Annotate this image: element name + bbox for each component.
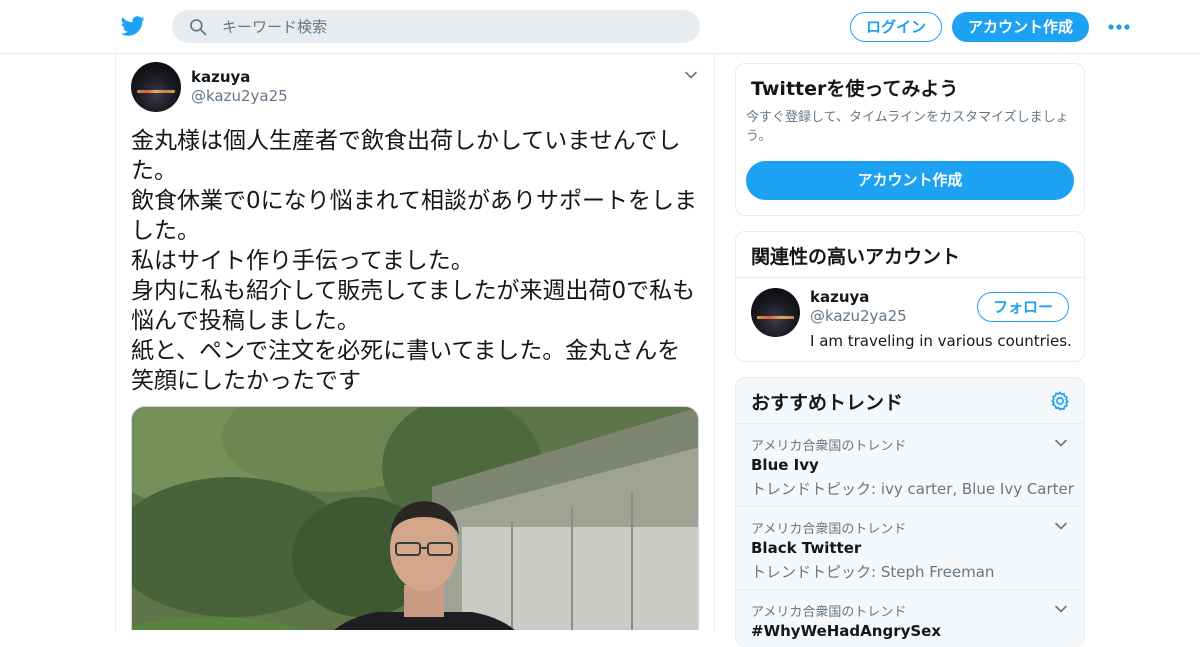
trend-item[interactable]: アメリカ合衆国のトレンド Blue Ivy トレンドトピック: ivy cart… bbox=[736, 423, 1084, 506]
signup-card-title: Twitterを使ってみよう bbox=[751, 78, 959, 100]
trend-topics: トレンドトピック: ivy carter, Blue Ivy Carter bbox=[751, 480, 1074, 498]
signup-card: Twitterを使ってみよう 今すぐ登録して、タイムラインをカスタマイズしましょ… bbox=[735, 63, 1085, 216]
search-input[interactable] bbox=[222, 10, 682, 43]
related-account-name[interactable]: kazuya bbox=[810, 288, 869, 306]
trends-title: おすすめトレンド bbox=[751, 392, 904, 414]
related-account-bio: I am traveling in various countries. bbox=[810, 332, 1072, 350]
more-dots-icon[interactable] bbox=[1107, 22, 1131, 32]
avatar[interactable] bbox=[131, 62, 181, 112]
avatar-photo bbox=[757, 316, 794, 319]
search-icon bbox=[190, 19, 207, 36]
login-button[interactable]: ログイン bbox=[850, 12, 942, 42]
chevron-down-icon[interactable] bbox=[684, 68, 698, 82]
twitter-bird-icon[interactable] bbox=[120, 14, 146, 38]
related-accounts-card: 関連性の高いアカウント kazuya @kazu2ya25 I am trave… bbox=[735, 231, 1085, 362]
chevron-down-icon[interactable] bbox=[1054, 519, 1068, 533]
search-bar bbox=[172, 10, 700, 43]
tweet-detail: kazuya @kazu2ya25 金丸様は個人生産者で飲食出荷しかしていません… bbox=[115, 54, 715, 630]
tweet-text: 金丸様は個人生産者で飲食出荷しかしていませんでした。 飲食休業で0になり悩まれて… bbox=[131, 128, 697, 394]
trend-item[interactable]: アメリカ合衆国のトレンド Black Twitter トレンドトピック: Ste… bbox=[736, 506, 1084, 589]
photo-illustration bbox=[132, 407, 698, 630]
top-navigation: ログイン アカウント作成 bbox=[0, 0, 1200, 54]
divider bbox=[736, 277, 1084, 278]
related-accounts-title: 関連性の高いアカウント bbox=[751, 246, 961, 268]
chevron-down-icon[interactable] bbox=[1054, 602, 1068, 616]
trend-context: アメリカ合衆国のトレンド bbox=[751, 522, 907, 537]
trend-name[interactable]: #WhyWeHadAngrySex bbox=[751, 622, 941, 640]
signup-card-button[interactable]: アカウント作成 bbox=[746, 161, 1074, 200]
avatar-photo bbox=[137, 90, 175, 93]
tweet-author-handle[interactable]: @kazu2ya25 bbox=[191, 87, 288, 105]
signup-card-description: 今すぐ登録して、タイムラインをカスタマイズしましょう。 bbox=[746, 110, 1069, 144]
chevron-down-icon[interactable] bbox=[1054, 436, 1068, 450]
gear-icon[interactable] bbox=[1049, 390, 1071, 412]
signup-button[interactable]: アカウント作成 bbox=[952, 12, 1089, 42]
follow-button[interactable]: フォロー bbox=[977, 292, 1069, 322]
tweet-author-name[interactable]: kazuya bbox=[191, 68, 250, 86]
trends-card: おすすめトレンド アメリカ合衆国のトレンド Blue Ivy トレンドトピック:… bbox=[735, 377, 1085, 647]
trend-name[interactable]: Blue Ivy bbox=[751, 456, 819, 474]
trend-name[interactable]: Black Twitter bbox=[751, 539, 861, 557]
trend-context: アメリカ合衆国のトレンド bbox=[751, 439, 907, 454]
trend-context: アメリカ合衆国のトレンド bbox=[751, 605, 907, 620]
related-account-avatar[interactable] bbox=[751, 288, 800, 337]
trend-item[interactable]: アメリカ合衆国のトレンド #WhyWeHadAngrySex bbox=[736, 589, 1084, 647]
related-account-handle[interactable]: @kazu2ya25 bbox=[810, 307, 907, 325]
tweet-photo[interactable] bbox=[131, 406, 699, 630]
trend-topics: トレンドトピック: Steph Freeman bbox=[751, 563, 995, 581]
